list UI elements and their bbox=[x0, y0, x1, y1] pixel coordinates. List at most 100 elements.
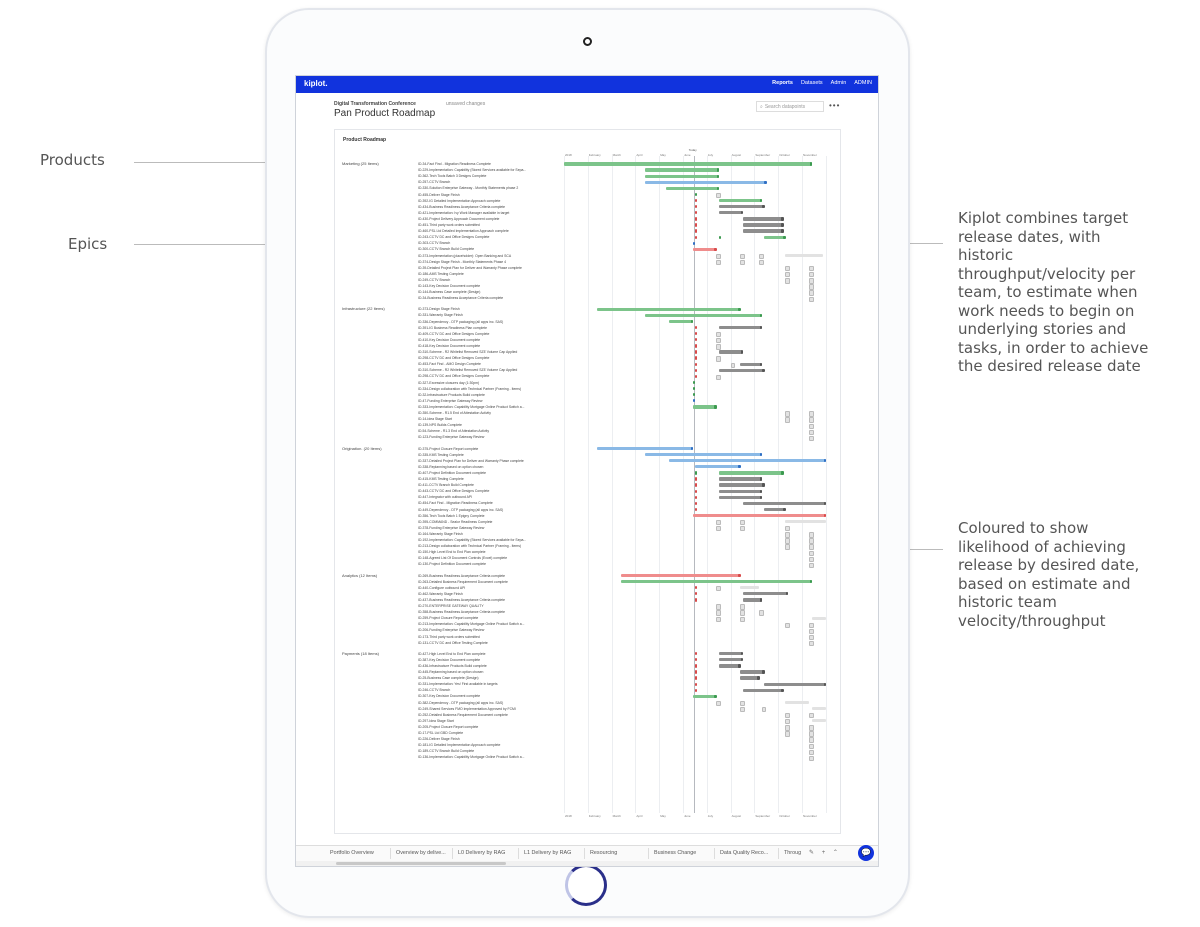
milestone-marker[interactable] bbox=[694, 658, 698, 662]
milestone-marker[interactable] bbox=[785, 719, 790, 725]
epic-bar[interactable] bbox=[692, 513, 826, 518]
epic-bar[interactable] bbox=[718, 471, 783, 475]
epic-bar[interactable] bbox=[742, 688, 783, 692]
milestone-marker[interactable] bbox=[738, 573, 741, 578]
milestone-marker[interactable] bbox=[780, 688, 784, 692]
epic-bar[interactable] bbox=[718, 495, 762, 499]
milestone-marker[interactable] bbox=[694, 664, 698, 668]
horizontal-scrollbar[interactable] bbox=[296, 861, 878, 866]
milestone-marker[interactable] bbox=[694, 507, 698, 512]
milestone-marker[interactable] bbox=[809, 417, 814, 423]
epic-bar[interactable] bbox=[668, 319, 693, 324]
milestone-marker[interactable] bbox=[740, 520, 745, 526]
milestone-marker[interactable] bbox=[785, 622, 790, 628]
milestone-marker[interactable] bbox=[809, 284, 814, 290]
milestone-marker[interactable] bbox=[809, 435, 814, 442]
milestone-marker[interactable] bbox=[759, 610, 764, 616]
milestone-marker[interactable] bbox=[809, 162, 813, 166]
epic-bar[interactable] bbox=[718, 652, 743, 656]
epic-bar[interactable] bbox=[718, 658, 743, 662]
milestone-marker[interactable] bbox=[759, 362, 763, 366]
milestone-marker[interactable] bbox=[716, 192, 721, 199]
milestone-marker[interactable] bbox=[694, 495, 698, 499]
epic-bar[interactable] bbox=[742, 223, 783, 227]
milestone-marker[interactable] bbox=[692, 380, 696, 385]
milestone-marker[interactable] bbox=[690, 319, 694, 324]
epic-bar[interactable] bbox=[785, 253, 824, 258]
epic-bar[interactable] bbox=[718, 350, 743, 354]
milestone-marker[interactable] bbox=[740, 700, 745, 707]
tab-throughput[interactable]: Throug bbox=[784, 850, 801, 856]
milestone-marker[interactable] bbox=[740, 253, 745, 260]
milestone-marker[interactable] bbox=[761, 483, 765, 487]
milestone-marker[interactable] bbox=[740, 350, 744, 354]
epic-bar[interactable] bbox=[644, 174, 719, 178]
chat-icon[interactable]: 💬 bbox=[858, 845, 874, 861]
epic-bar[interactable] bbox=[718, 325, 762, 330]
milestone-marker[interactable] bbox=[785, 731, 790, 737]
milestone-marker[interactable] bbox=[809, 743, 814, 749]
milestone-marker[interactable] bbox=[785, 538, 790, 544]
epic-bar[interactable] bbox=[811, 616, 826, 620]
milestone-marker[interactable] bbox=[692, 393, 696, 397]
epic-bar[interactable] bbox=[742, 217, 783, 221]
milestone-marker[interactable] bbox=[694, 652, 698, 656]
milestone-marker[interactable] bbox=[716, 586, 721, 592]
milestone-marker[interactable] bbox=[780, 229, 784, 233]
milestone-marker[interactable] bbox=[716, 259, 721, 266]
milestone-marker[interactable] bbox=[759, 489, 763, 493]
epic-bar[interactable] bbox=[718, 211, 743, 215]
milestone-marker[interactable] bbox=[759, 598, 763, 602]
milestone-marker[interactable] bbox=[694, 338, 698, 342]
milestone-marker[interactable] bbox=[692, 241, 696, 245]
tab-resourcing[interactable]: Resourcing bbox=[590, 850, 617, 856]
epic-bar[interactable] bbox=[644, 452, 762, 457]
tab-l0-delivery-by-rag[interactable]: L0 Delivery by RAG bbox=[458, 850, 505, 856]
milestone-marker[interactable] bbox=[809, 713, 814, 719]
milestone-marker[interactable] bbox=[809, 755, 814, 762]
milestone-marker[interactable] bbox=[809, 628, 814, 635]
milestone-marker[interactable] bbox=[694, 217, 698, 221]
milestone-marker[interactable] bbox=[694, 192, 698, 197]
milestone-marker[interactable] bbox=[694, 325, 698, 330]
milestone-marker[interactable] bbox=[761, 670, 765, 674]
milestone-marker[interactable] bbox=[694, 483, 698, 487]
milestone-marker[interactable] bbox=[740, 259, 745, 266]
milestone-marker[interactable] bbox=[740, 616, 745, 622]
milestone-marker[interactable] bbox=[716, 332, 721, 338]
milestone-marker[interactable] bbox=[716, 344, 721, 350]
epic-bar[interactable] bbox=[644, 168, 719, 172]
milestone-marker[interactable] bbox=[809, 411, 814, 417]
epic-bar[interactable] bbox=[644, 313, 762, 318]
milestone-marker[interactable] bbox=[809, 725, 814, 731]
milestone-marker[interactable] bbox=[785, 411, 790, 417]
milestone-marker[interactable] bbox=[785, 526, 790, 532]
epic-bar[interactable] bbox=[742, 229, 783, 233]
milestone-marker[interactable] bbox=[694, 229, 698, 233]
tab-l1-delivery-by-rag[interactable]: L1 Delivery by RAG bbox=[524, 850, 571, 856]
milestone-marker[interactable] bbox=[694, 489, 698, 493]
epic-bar[interactable] bbox=[718, 198, 762, 203]
milestone-marker[interactable] bbox=[738, 307, 741, 311]
epic-bar[interactable] bbox=[692, 247, 717, 252]
milestone-marker[interactable] bbox=[740, 211, 744, 215]
epic-bar[interactable] bbox=[668, 459, 826, 463]
milestone-marker[interactable] bbox=[694, 211, 698, 215]
milestone-marker[interactable] bbox=[740, 706, 745, 713]
tab-overview-by-delivery[interactable]: Overview by delive... bbox=[396, 850, 446, 856]
milestone-marker[interactable] bbox=[716, 526, 721, 532]
epic-bar[interactable] bbox=[718, 664, 741, 668]
milestone-marker[interactable] bbox=[785, 544, 790, 550]
epic-bar[interactable] bbox=[763, 507, 786, 512]
tab-portfolio-overview[interactable]: Portfolio Overview bbox=[330, 850, 374, 856]
milestone-marker[interactable] bbox=[694, 205, 698, 209]
milestone-marker[interactable] bbox=[716, 174, 720, 178]
milestone-marker[interactable] bbox=[759, 313, 763, 318]
epic-bar[interactable] bbox=[597, 446, 693, 451]
milestone-marker[interactable] bbox=[694, 598, 698, 602]
epic-bar[interactable] bbox=[740, 586, 760, 590]
milestone-marker[interactable] bbox=[740, 604, 745, 610]
milestone-marker[interactable] bbox=[692, 386, 696, 391]
milestone-marker[interactable] bbox=[809, 296, 814, 302]
milestone-marker[interactable] bbox=[780, 223, 784, 227]
